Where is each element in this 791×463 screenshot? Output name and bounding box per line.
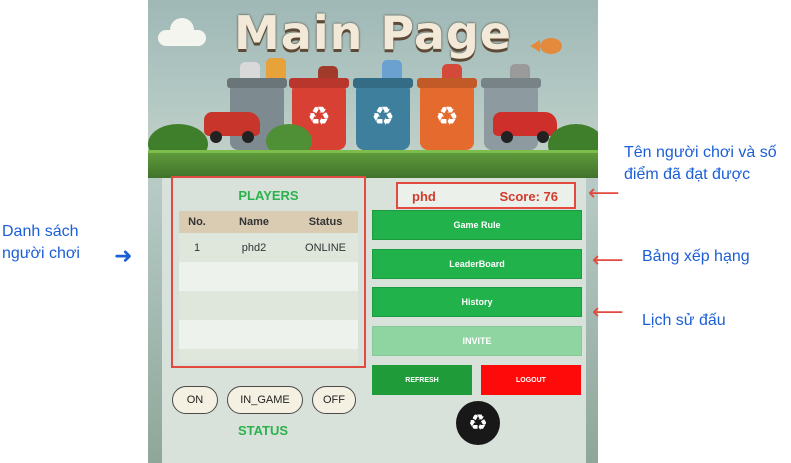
- arrow-left-icon: ⟵: [588, 181, 620, 206]
- banner-illustration: Main Page ♻ ♻ ♻: [148, 0, 598, 178]
- table-header: No. Name Status: [179, 211, 358, 233]
- recycle-icon[interactable]: ♻: [456, 401, 500, 445]
- cell-no: 1: [193, 241, 201, 254]
- car-illustration: [493, 112, 557, 143]
- annotation-leaderboard: Bảng xếp hạng: [642, 248, 750, 265]
- refresh-button[interactable]: REFRESH: [372, 365, 472, 395]
- column-header-status: Status: [308, 216, 343, 228]
- arrow-right-icon: ➜: [114, 244, 133, 269]
- leaderboard-button[interactable]: LeaderBoard: [372, 249, 582, 279]
- annotation-player-list: Danh sách người chơi: [2, 223, 80, 262]
- status-in-game-button[interactable]: IN_GAME: [227, 386, 303, 414]
- recycle-bin-orange: ♻: [417, 78, 477, 150]
- status-label: STATUS: [237, 423, 289, 438]
- cell-status: ONLINE: [305, 241, 346, 254]
- table-row[interactable]: [179, 320, 358, 349]
- recycle-bin-blue: ♻: [353, 78, 413, 150]
- status-off-button[interactable]: OFF: [312, 386, 356, 414]
- history-button[interactable]: History: [372, 287, 582, 317]
- invite-button[interactable]: INVITE: [372, 326, 582, 356]
- car-illustration: [204, 112, 260, 143]
- players-title: PLAYERS: [238, 188, 299, 203]
- table-row[interactable]: [179, 349, 358, 363]
- arrow-left-icon: ⟵: [592, 300, 624, 325]
- table-row[interactable]: 1 phd2 ONLINE: [179, 233, 358, 262]
- table-row[interactable]: [179, 262, 358, 291]
- players-panel: PLAYERS No. Name Status 1 phd2 ONLINE: [171, 176, 366, 368]
- players-table: No. Name Status 1 phd2 ONLINE: [179, 211, 358, 363]
- annotation-player-info: Tên người chơi và số điểm đã đạt được: [624, 144, 777, 183]
- game-rule-button[interactable]: Game Rule: [372, 210, 582, 240]
- column-header-no: No.: [188, 216, 206, 228]
- cell-name: phd2: [241, 241, 267, 254]
- grass-strip: [148, 150, 598, 178]
- user-name: phd: [412, 189, 436, 204]
- user-score-box: phd Score: 76: [396, 182, 576, 209]
- status-on-button[interactable]: ON: [172, 386, 218, 414]
- table-row[interactable]: [179, 291, 358, 320]
- arrow-left-icon: ⟵: [592, 248, 624, 273]
- logout-button[interactable]: LOGOUT: [481, 365, 581, 395]
- user-score: Score: 76: [499, 189, 558, 204]
- status-button-group: ON IN_GAME OFF: [172, 386, 372, 416]
- annotation-history: Lịch sử đấu: [642, 312, 726, 329]
- column-header-name: Name: [239, 216, 269, 228]
- page-title: Main Page: [234, 6, 512, 60]
